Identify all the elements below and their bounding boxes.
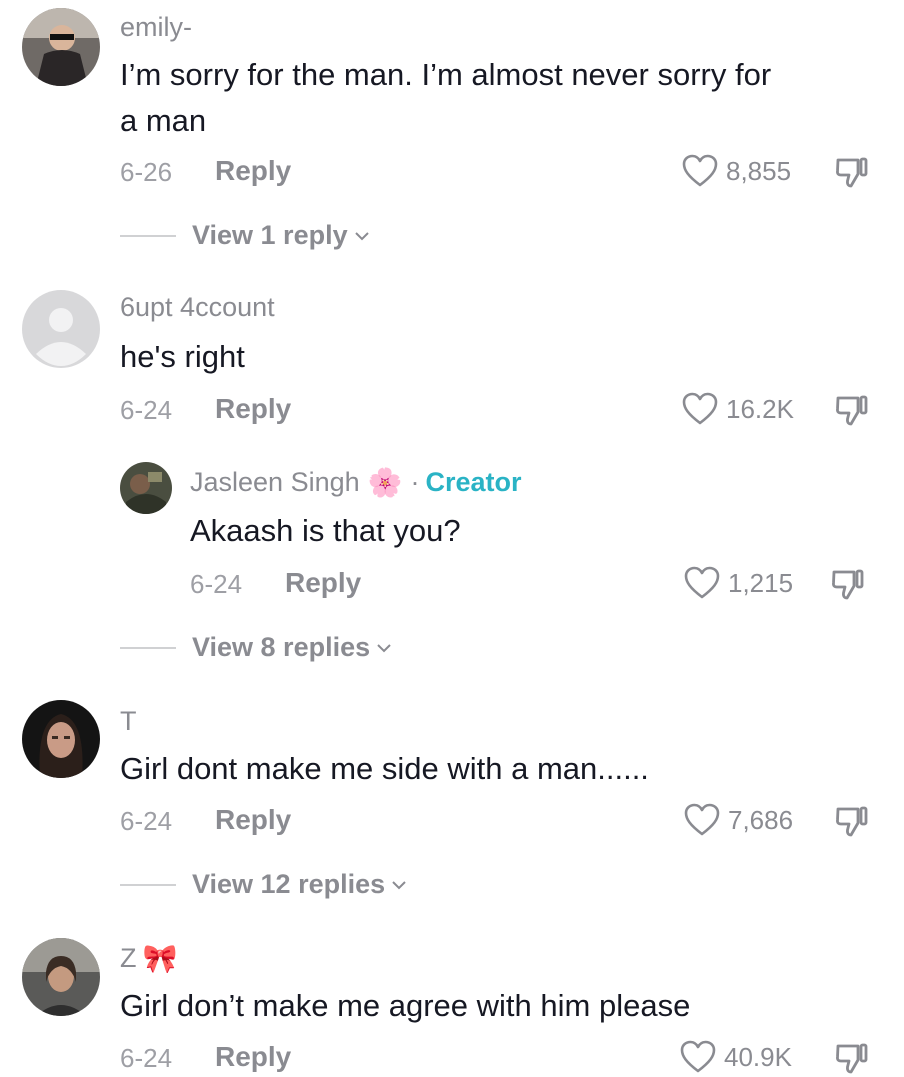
heart-icon — [682, 392, 718, 425]
like-count: 40.9K — [724, 1041, 792, 1072]
dislike-button[interactable] — [834, 803, 870, 839]
comment-username[interactable]: Jasleen Singh — [190, 467, 360, 498]
reply-button[interactable]: Reply — [215, 804, 291, 836]
dislike-button[interactable] — [834, 154, 870, 190]
like-count: 16.2K — [726, 393, 794, 424]
comment-username[interactable]: Z — [120, 943, 137, 974]
view-replies-button[interactable]: View 12 replies — [120, 869, 407, 900]
divider — [120, 234, 176, 237]
view-replies-label: View 8 replies — [192, 632, 371, 662]
dislike-icon — [836, 157, 868, 188]
avatar[interactable] — [22, 700, 100, 778]
dislike-button[interactable] — [834, 392, 870, 428]
like-button[interactable]: 7,686 — [684, 803, 793, 837]
divider — [120, 646, 176, 649]
reply-button[interactable]: Reply — [215, 1041, 291, 1073]
chevron-down-icon — [354, 231, 369, 240]
creator-separator: · — [410, 467, 420, 497]
dislike-icon — [836, 806, 868, 837]
comment-date: 6-24 — [120, 395, 173, 425]
dislike-icon — [832, 569, 864, 600]
view-replies-button[interactable]: View 8 replies — [120, 632, 392, 663]
comment-date: 6-24 — [120, 1043, 173, 1073]
heart-icon — [684, 566, 720, 599]
comment-username[interactable]: 6upt 4ccount — [120, 292, 275, 323]
dislike-button[interactable] — [830, 566, 866, 602]
comment-username-row: Z 🎀 — [120, 942, 177, 975]
comment-username-row: Jasleen Singh 🌸 · Creator — [190, 466, 522, 499]
view-replies-label: View 1 reply — [192, 220, 348, 250]
creator-badge: Creator — [425, 467, 522, 497]
comment-username[interactable]: emily- — [120, 12, 192, 43]
like-button[interactable]: 40.9K — [680, 1040, 792, 1074]
like-count: 1,215 — [728, 567, 794, 598]
bow-emoji: 🎀 — [142, 943, 178, 974]
like-button[interactable]: 16.2K — [682, 392, 794, 426]
heart-icon — [680, 1040, 716, 1073]
chevron-down-icon — [377, 643, 391, 652]
reply-button[interactable]: Reply — [285, 567, 361, 599]
comment-text: Akaash is that you? — [190, 513, 461, 548]
comment-date: 6-26 — [120, 157, 173, 187]
reply-button[interactable]: Reply — [215, 393, 291, 425]
comment-text: Girl dont make me side with a man...... — [120, 751, 649, 786]
divider — [120, 883, 176, 886]
avatar[interactable] — [120, 462, 172, 514]
dislike-icon — [836, 395, 868, 426]
avatar[interactable] — [22, 938, 100, 1016]
comment-text: Girl don’t make me agree with him please — [120, 988, 691, 1023]
avatar[interactable] — [22, 8, 100, 86]
dislike-icon — [836, 1043, 868, 1074]
comment-text: he's right — [120, 339, 245, 374]
heart-icon — [684, 803, 720, 836]
like-count: 7,686 — [728, 804, 794, 835]
comment-username[interactable]: T — [120, 706, 137, 737]
comment-text-line: I’m sorry for the man. I’m almost never … — [120, 57, 772, 92]
dislike-button[interactable] — [834, 1040, 870, 1076]
chevron-down-icon — [392, 880, 406, 889]
comment-date: 6-24 — [120, 806, 173, 836]
view-replies-button[interactable]: View 1 reply — [120, 220, 370, 251]
comment-date: 6-24 — [190, 569, 243, 599]
like-button[interactable]: 1,215 — [684, 566, 793, 600]
like-count: 8,855 — [726, 155, 792, 186]
comment-text: I’m sorry for the man. I’m almost never … — [120, 52, 771, 144]
like-button[interactable]: 8,855 — [682, 154, 791, 188]
avatar[interactable] — [22, 290, 100, 368]
view-replies-label: View 12 replies — [192, 869, 386, 899]
heart-icon — [682, 154, 718, 187]
reply-button[interactable]: Reply — [215, 155, 291, 187]
comment-text-line: a man — [120, 103, 207, 138]
flower-emoji: 🌸 — [367, 467, 403, 498]
